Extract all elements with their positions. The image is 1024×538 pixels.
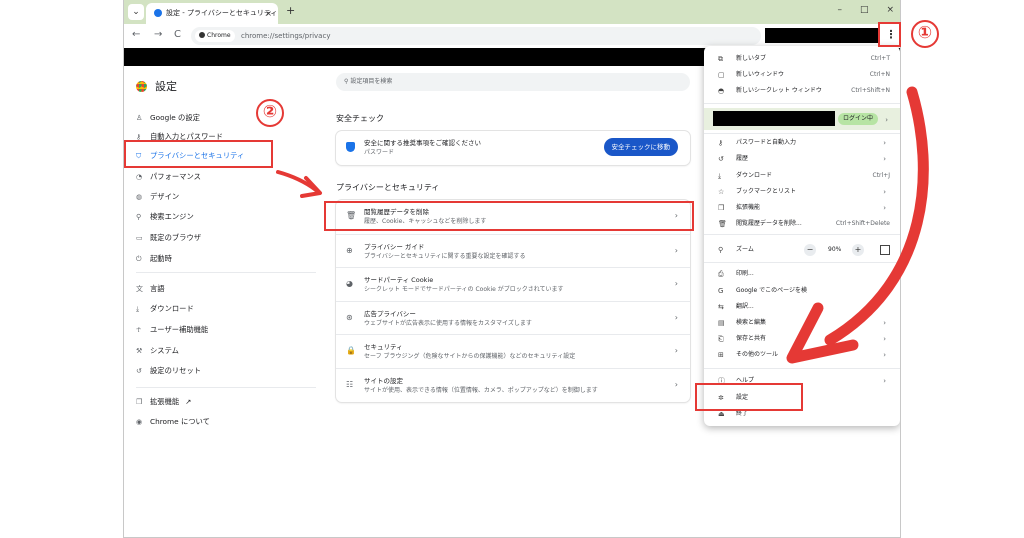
- annotation-arrows: [276, 86, 929, 364]
- arrow-to-settings: [824, 86, 929, 346]
